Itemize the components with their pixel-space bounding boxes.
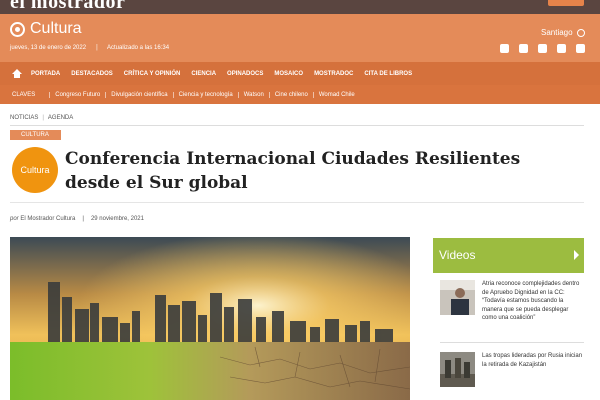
- current-date: jueves, 13 de enero de 2022: [10, 45, 87, 51]
- video-item[interactable]: Atria reconoce complejidades dentro de A…: [440, 280, 584, 323]
- video-thumbnail: [440, 352, 475, 387]
- site-logo-text: el mostrador: [10, 0, 126, 13]
- breadcrumb-agenda[interactable]: AGENDA: [48, 115, 73, 121]
- section-header: Cultura jueves, 13 de enero de 2022 | Ac…: [0, 14, 600, 62]
- sub-nav-item[interactable]: Divulgación científica: [105, 91, 172, 98]
- nav-item-destacados[interactable]: DESTACADOS: [71, 71, 113, 77]
- breadcrumb: NOTICIAS | AGENDA: [10, 115, 73, 121]
- section-tag[interactable]: CULTURA: [10, 130, 61, 140]
- video-thumbnail: [440, 280, 475, 315]
- sub-nav-item[interactable]: Ciencia y tecnología: [172, 91, 238, 98]
- nav-item-cita-de-libros[interactable]: CITA DE LIBROS: [364, 71, 412, 77]
- twitter-icon[interactable]: [519, 44, 528, 53]
- breadcrumb-divider: |: [42, 115, 44, 121]
- videos-header[interactable]: Videos: [433, 238, 584, 273]
- video-item[interactable]: Las tropas lideradas por Rusia inician l…: [440, 352, 584, 387]
- site-logo[interactable]: el mostrador: [10, 0, 125, 14]
- article-title: Conferencia Internacional Ciudades Resil…: [65, 149, 521, 193]
- hero-image: [10, 237, 410, 400]
- top-bar: el mostrador: [0, 0, 600, 14]
- social-links: [500, 44, 585, 53]
- nav-item-critica[interactable]: CRÍTICA Y OPINIÓN: [124, 71, 181, 77]
- updated-time: Actualizado a las 16:34: [107, 45, 170, 51]
- sub-nav-item[interactable]: Womad Chile: [312, 91, 360, 98]
- article-date: 29 noviembre, 2021: [90, 216, 144, 222]
- sub-nav-item[interactable]: Watson: [237, 91, 269, 98]
- rss-icon[interactable]: [576, 44, 585, 53]
- gear-icon: [576, 28, 585, 37]
- instagram-icon[interactable]: [538, 44, 547, 53]
- nav-item-ciencia[interactable]: CIENCIA: [191, 71, 216, 77]
- video-title: Atria reconoce complejidades dentro de A…: [482, 281, 580, 321]
- nav-item-mosaico[interactable]: MOSAICO: [274, 71, 303, 77]
- author-link[interactable]: El Mostrador Cultura: [20, 216, 75, 222]
- eye-icon: [10, 21, 25, 37]
- city-name: Santiago: [541, 28, 573, 37]
- category-badge: Cultura: [12, 147, 58, 193]
- section-logo[interactable]: Cultura: [10, 20, 82, 38]
- nav-item-portada[interactable]: PORTADA: [31, 71, 60, 77]
- nav-item-opinadocs[interactable]: OPINADOCS: [227, 71, 263, 77]
- video-title: Las tropas lideradas por Rusia inician l…: [482, 353, 583, 368]
- breadcrumb-noticias[interactable]: NOTICIAS: [10, 115, 38, 121]
- section-name: Cultura: [30, 20, 82, 37]
- mail-icon[interactable]: [557, 44, 566, 53]
- byline-divider: |: [82, 216, 84, 222]
- byline: por El Mostrador Cultura | 29 noviembre,…: [10, 216, 144, 222]
- divider: [10, 125, 584, 126]
- sub-nav: CLAVES Congreso Futuro Divulgación cient…: [0, 85, 600, 104]
- main-nav: PORTADA DESTACADOS CRÍTICA Y OPINIÓN CIE…: [0, 62, 600, 85]
- byline-prefix: por: [10, 216, 19, 222]
- sub-nav-label: CLAVES: [12, 91, 36, 98]
- videos-title: Videos: [439, 248, 476, 262]
- facebook-icon[interactable]: [500, 44, 509, 53]
- divider: [10, 202, 584, 203]
- byline-author: por El Mostrador Cultura: [10, 216, 75, 222]
- nav-item-mostradoc[interactable]: MOSTRADOC: [314, 71, 353, 77]
- sub-nav-item[interactable]: Cine chileno: [268, 91, 313, 98]
- header-divider: |: [96, 44, 98, 51]
- city-selector[interactable]: Santiago: [541, 28, 585, 37]
- sub-nav-item[interactable]: Congreso Futuro: [49, 91, 105, 98]
- divider: [440, 342, 584, 343]
- chevron-right-icon: [574, 250, 579, 260]
- hero-image-drawing: [10, 237, 410, 400]
- home-icon[interactable]: [12, 68, 22, 79]
- top-menu-button[interactable]: [548, 0, 584, 6]
